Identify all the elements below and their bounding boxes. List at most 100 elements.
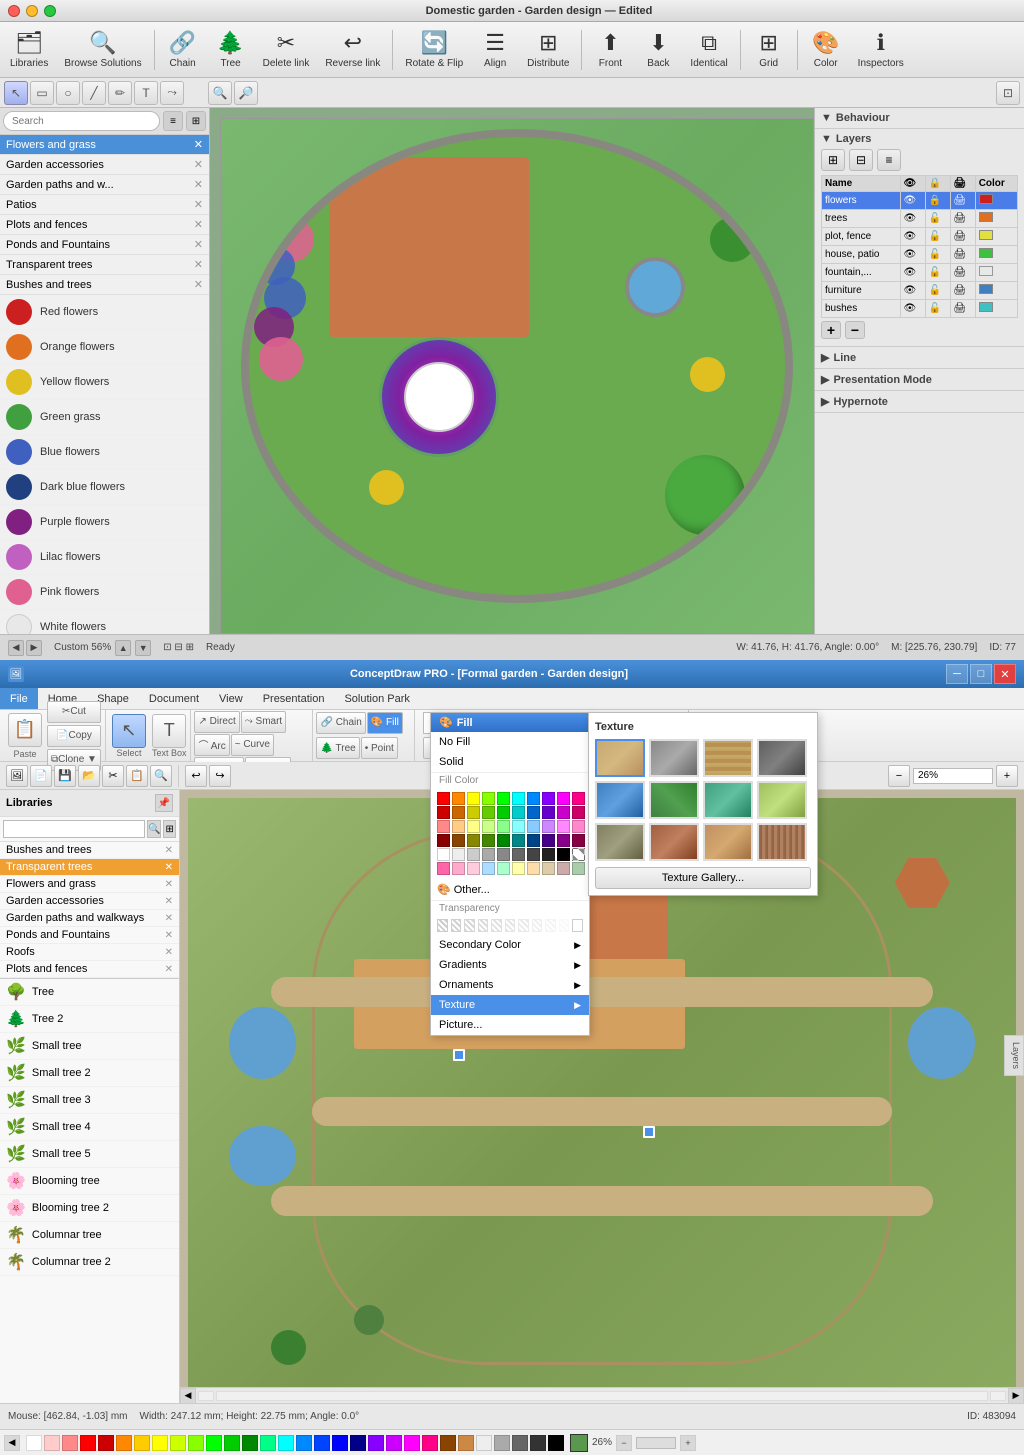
layers-title[interactable]: ▼ Layers bbox=[821, 133, 1018, 145]
garden-canvas-container[interactable] bbox=[220, 118, 814, 634]
libs-cat-roofs-close[interactable]: ✕ bbox=[165, 947, 173, 958]
libs-cat-bushes[interactable]: Bushes and trees ✕ bbox=[0, 842, 179, 859]
add-layer-button[interactable]: ⊞ bbox=[821, 149, 845, 171]
mac-maximize-button[interactable] bbox=[44, 5, 56, 17]
category-transparent-close[interactable]: ✕ bbox=[194, 258, 203, 271]
chain-connector-tool[interactable]: 🔗 Chain bbox=[316, 712, 365, 734]
layer-row-fountain[interactable]: fountain,... 👁 🔓 🖨 bbox=[822, 264, 1018, 282]
trans-0[interactable] bbox=[437, 919, 448, 932]
category-paths[interactable]: Garden paths and w... ✕ bbox=[0, 175, 209, 195]
colorbar-light-gray[interactable] bbox=[476, 1435, 492, 1451]
win-sub-btn-8[interactable]: ↩ bbox=[185, 765, 207, 787]
fill-ornaments[interactable]: Ornaments ▶ bbox=[431, 975, 589, 995]
shape-green-grass[interactable]: Green grass bbox=[0, 400, 209, 435]
smart-tool[interactable]: ⤳ Smart bbox=[241, 711, 286, 733]
select-tool[interactable]: ↖ bbox=[4, 81, 28, 105]
colorbar-gray[interactable] bbox=[494, 1435, 510, 1451]
rotate-flip-button[interactable]: 🔄 Rotate & Flip bbox=[399, 26, 469, 74]
color-maroon[interactable] bbox=[437, 834, 450, 847]
colorbar-red[interactable] bbox=[80, 1435, 96, 1451]
copy-button[interactable]: 📄 Copy bbox=[47, 725, 101, 747]
hypernote-title[interactable]: ▶ Hypernote bbox=[821, 395, 1018, 408]
shape-red-flowers[interactable]: Red flowers bbox=[0, 295, 209, 330]
back-button[interactable]: ⬇ Back bbox=[636, 26, 680, 74]
color-hot-pink[interactable] bbox=[437, 862, 450, 875]
libs-cat-garden-acc-close[interactable]: ✕ bbox=[165, 896, 173, 907]
libs-cat-plots[interactable]: Plots and fences ✕ bbox=[0, 961, 179, 978]
colorbar-violet[interactable] bbox=[368, 1435, 384, 1451]
rect-tool[interactable]: ▭ bbox=[30, 81, 54, 105]
libraries-button[interactable]: 🗂 Libraries bbox=[4, 26, 54, 74]
libs-cat-garden-acc[interactable]: Garden accessories ✕ bbox=[0, 893, 179, 910]
libs-cat-bushes-close[interactable]: ✕ bbox=[165, 845, 173, 856]
libs-shape-columnar-tree2[interactable]: 🌴 Columnar tree 2 bbox=[0, 1249, 179, 1276]
color-dark-cyan[interactable] bbox=[512, 806, 525, 819]
colorbar-gold[interactable] bbox=[134, 1435, 150, 1451]
trans-20[interactable] bbox=[464, 919, 475, 932]
nav-next-button[interactable]: ▶ bbox=[26, 640, 42, 656]
color-dark-olive[interactable] bbox=[482, 834, 495, 847]
category-ponds[interactable]: Ponds and Fountains ✕ bbox=[0, 235, 209, 255]
color-dark-yellow[interactable] bbox=[467, 806, 480, 819]
libs-cat-ponds-close[interactable]: ✕ bbox=[165, 930, 173, 941]
colorbar-hot-pink[interactable] bbox=[422, 1435, 438, 1451]
menu-document[interactable]: Document bbox=[139, 688, 209, 709]
win-sub-btn-9[interactable]: ↪ bbox=[209, 765, 231, 787]
texture-grass[interactable] bbox=[649, 781, 699, 819]
layer-lock-icon-4[interactable]: 🔓 bbox=[929, 249, 941, 260]
layer-row-flowers[interactable]: flowers 👁 🔒 🖨 bbox=[822, 192, 1018, 210]
color-pink-red[interactable] bbox=[572, 792, 585, 805]
layer-print-icon[interactable]: 🖨 bbox=[954, 195, 967, 206]
color-dark-lime[interactable] bbox=[482, 806, 495, 819]
category-flowers[interactable]: Flowers and grass ✕ bbox=[0, 135, 209, 155]
category-plots[interactable]: Plots and fences ✕ bbox=[0, 215, 209, 235]
color-pastel-red[interactable] bbox=[437, 820, 450, 833]
inspectors-button[interactable]: ℹ Inspectors bbox=[852, 26, 910, 74]
colorbar-cyan[interactable] bbox=[278, 1435, 294, 1451]
colorbar-pure-blue[interactable] bbox=[332, 1435, 348, 1451]
libs-shape-tree2[interactable]: 🌲 Tree 2 bbox=[0, 1006, 179, 1033]
texture-metal[interactable] bbox=[649, 739, 699, 777]
fill-picture[interactable]: Picture... bbox=[431, 1015, 589, 1035]
shape-orange-flowers[interactable]: Orange flowers bbox=[0, 330, 209, 365]
texture-concrete[interactable] bbox=[595, 823, 645, 861]
trans-60[interactable] bbox=[518, 919, 529, 932]
trans-100[interactable] bbox=[572, 919, 583, 932]
color-dark-magenta[interactable] bbox=[557, 806, 570, 819]
libs-grid-button[interactable]: ⊞ bbox=[163, 820, 176, 838]
libs-cat-flowers[interactable]: Flowers and grass ✕ bbox=[0, 876, 179, 893]
fill-texture[interactable]: Texture ▶ bbox=[431, 995, 589, 1015]
libs-shape-columnar-tree[interactable]: 🌴 Columnar tree bbox=[0, 1222, 179, 1249]
color-red[interactable] bbox=[437, 792, 450, 805]
colorbar-left-btn[interactable]: ◀ bbox=[4, 1435, 20, 1451]
win-sub-btn-1[interactable]: 🖼 bbox=[6, 765, 28, 787]
shape-purple-flowers[interactable]: Purple flowers bbox=[0, 505, 209, 540]
behaviour-title[interactable]: ▼ Behaviour bbox=[821, 112, 1018, 124]
libs-pin-button[interactable]: 📌 bbox=[155, 794, 173, 812]
colorbar-zoom-plus[interactable]: + bbox=[680, 1435, 696, 1451]
round-tool[interactable]: ○ Round bbox=[245, 757, 291, 762]
textbox-button[interactable]: T bbox=[152, 714, 186, 748]
color-green[interactable] bbox=[497, 792, 510, 805]
color-light-pink[interactable] bbox=[452, 862, 465, 875]
libs-shape-blooming-tree[interactable]: 🌸 Blooming tree bbox=[0, 1168, 179, 1195]
color-orange[interactable] bbox=[452, 792, 465, 805]
layer-lock-icon-7[interactable]: 🔓 bbox=[929, 303, 941, 314]
win-sub-btn-3[interactable]: 💾 bbox=[54, 765, 76, 787]
color-lime[interactable] bbox=[482, 792, 495, 805]
libs-shape-blooming-tree2[interactable]: 🌸 Blooming tree 2 bbox=[0, 1195, 179, 1222]
line-tool[interactable]: ╱ bbox=[82, 81, 106, 105]
colorbar-magenta[interactable] bbox=[404, 1435, 420, 1451]
identical-button[interactable]: ⧉ Identical bbox=[684, 26, 733, 74]
colorbar-dark-red[interactable] bbox=[98, 1435, 114, 1451]
colorbar-white[interactable] bbox=[26, 1435, 42, 1451]
colorbar-spring-green[interactable] bbox=[260, 1435, 276, 1451]
color-pastel-lime[interactable] bbox=[482, 820, 495, 833]
colorbar-pink[interactable] bbox=[62, 1435, 78, 1451]
direct-tool[interactable]: ↗ Direct bbox=[194, 711, 239, 733]
shape-blue-flowers[interactable]: Blue flowers bbox=[0, 435, 209, 470]
color-blue[interactable] bbox=[527, 792, 540, 805]
color-pastel-green[interactable] bbox=[497, 820, 510, 833]
color-dark-gray[interactable] bbox=[512, 848, 525, 861]
bezier-tool[interactable]: ⌒ Bezier bbox=[194, 757, 243, 762]
